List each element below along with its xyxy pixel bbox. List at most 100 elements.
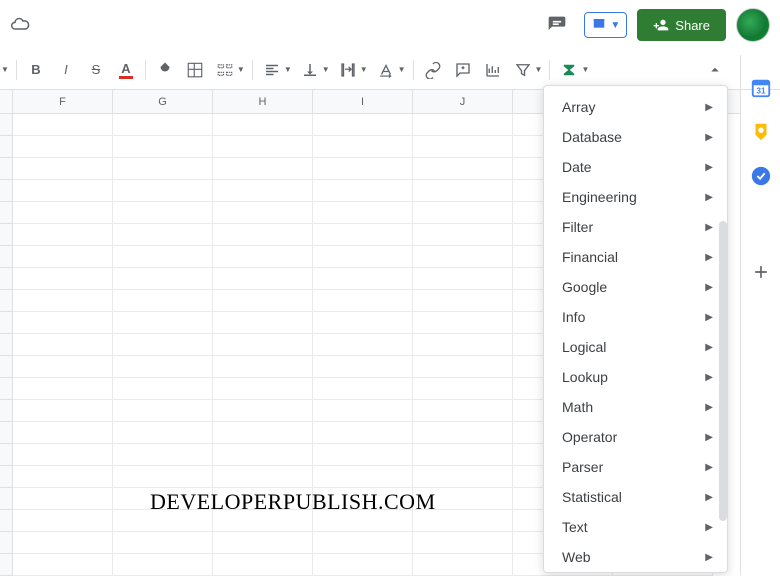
- cell[interactable]: [413, 532, 513, 554]
- row-header[interactable]: [0, 510, 13, 532]
- scrollbar[interactable]: [719, 221, 727, 521]
- cell[interactable]: [413, 378, 513, 400]
- cell[interactable]: [113, 268, 213, 290]
- cell[interactable]: [213, 466, 313, 488]
- cell[interactable]: [13, 356, 113, 378]
- cell[interactable]: [13, 554, 113, 576]
- cell[interactable]: [213, 268, 313, 290]
- cell[interactable]: [113, 114, 213, 136]
- cell[interactable]: [113, 158, 213, 180]
- functions-menu-item[interactable]: Lookup▶: [544, 362, 727, 392]
- row-header[interactable]: [0, 202, 13, 224]
- cell[interactable]: [413, 136, 513, 158]
- cell[interactable]: [13, 136, 113, 158]
- row-header[interactable]: [0, 334, 13, 356]
- cell[interactable]: [413, 246, 513, 268]
- present-button[interactable]: ▼: [584, 12, 627, 38]
- cell[interactable]: [413, 334, 513, 356]
- cell[interactable]: [413, 422, 513, 444]
- cell[interactable]: [13, 246, 113, 268]
- row-header[interactable]: [0, 180, 13, 202]
- functions-menu-item[interactable]: Financial▶: [544, 242, 727, 272]
- cell[interactable]: [413, 444, 513, 466]
- strikethrough-button[interactable]: S: [82, 56, 110, 84]
- cell[interactable]: [213, 422, 313, 444]
- cell[interactable]: [213, 246, 313, 268]
- cell[interactable]: [113, 224, 213, 246]
- cell[interactable]: [213, 202, 313, 224]
- functions-menu-item[interactable]: Engineering▶: [544, 182, 727, 212]
- functions-menu-item[interactable]: Parser▶: [544, 452, 727, 482]
- caret-down-icon[interactable]: ▼: [581, 65, 589, 74]
- row-header[interactable]: [0, 400, 13, 422]
- insert-link-button[interactable]: [419, 56, 447, 84]
- column-header[interactable]: H: [213, 90, 313, 113]
- cell[interactable]: [413, 554, 513, 576]
- cell[interactable]: [313, 180, 413, 202]
- cell[interactable]: [413, 224, 513, 246]
- cell[interactable]: [13, 444, 113, 466]
- cell[interactable]: [113, 554, 213, 576]
- italic-button[interactable]: I: [52, 56, 80, 84]
- collapse-toolbar-button[interactable]: [701, 56, 729, 84]
- cell[interactable]: [213, 444, 313, 466]
- cell[interactable]: [313, 532, 413, 554]
- tasks-icon[interactable]: [750, 165, 772, 187]
- cell[interactable]: [13, 114, 113, 136]
- text-color-button[interactable]: A: [112, 56, 140, 84]
- cell[interactable]: [213, 136, 313, 158]
- cell[interactable]: [313, 202, 413, 224]
- cell[interactable]: [213, 312, 313, 334]
- cell[interactable]: [13, 488, 113, 510]
- cell[interactable]: [313, 466, 413, 488]
- cell[interactable]: [313, 158, 413, 180]
- row-header[interactable]: [0, 378, 13, 400]
- avatar[interactable]: [736, 8, 770, 42]
- cell[interactable]: [13, 334, 113, 356]
- cell[interactable]: [13, 290, 113, 312]
- row-header[interactable]: [0, 356, 13, 378]
- cell[interactable]: [113, 422, 213, 444]
- cell[interactable]: [13, 202, 113, 224]
- bold-button[interactable]: B: [22, 56, 50, 84]
- filter-button[interactable]: [509, 56, 537, 84]
- cell[interactable]: [13, 400, 113, 422]
- insert-comment-button[interactable]: [449, 56, 477, 84]
- cell[interactable]: [213, 180, 313, 202]
- cell[interactable]: [13, 224, 113, 246]
- cell[interactable]: [13, 268, 113, 290]
- cell[interactable]: [13, 510, 113, 532]
- caret-down-icon[interactable]: ▼: [535, 65, 543, 74]
- cell[interactable]: [213, 400, 313, 422]
- cell[interactable]: [313, 334, 413, 356]
- cell[interactable]: [213, 334, 313, 356]
- add-icon[interactable]: [750, 261, 772, 283]
- functions-menu-item[interactable]: Math▶: [544, 392, 727, 422]
- row-header[interactable]: [0, 444, 13, 466]
- row-header[interactable]: [0, 136, 13, 158]
- cell[interactable]: [113, 466, 213, 488]
- vertical-align-button[interactable]: [296, 56, 324, 84]
- caret-down-icon[interactable]: ▼: [237, 65, 245, 74]
- comments-icon[interactable]: [540, 8, 574, 42]
- cell[interactable]: [13, 532, 113, 554]
- cell[interactable]: [213, 378, 313, 400]
- cell[interactable]: [413, 356, 513, 378]
- cell[interactable]: [413, 180, 513, 202]
- functions-menu-item[interactable]: Date▶: [544, 152, 727, 182]
- cell[interactable]: [313, 312, 413, 334]
- cell[interactable]: [213, 532, 313, 554]
- cell[interactable]: [413, 202, 513, 224]
- share-button[interactable]: Share: [637, 9, 726, 41]
- row-header[interactable]: [0, 554, 13, 576]
- caret-down-icon[interactable]: ▼: [284, 65, 292, 74]
- cell[interactable]: [313, 268, 413, 290]
- cell[interactable]: [113, 290, 213, 312]
- column-header[interactable]: G: [113, 90, 213, 113]
- cell[interactable]: [213, 290, 313, 312]
- caret-down-icon[interactable]: ▼: [360, 65, 368, 74]
- cell[interactable]: [213, 356, 313, 378]
- cell[interactable]: [213, 554, 313, 576]
- functions-menu-item[interactable]: Google▶: [544, 272, 727, 302]
- cloud-saved-icon[interactable]: [10, 14, 30, 37]
